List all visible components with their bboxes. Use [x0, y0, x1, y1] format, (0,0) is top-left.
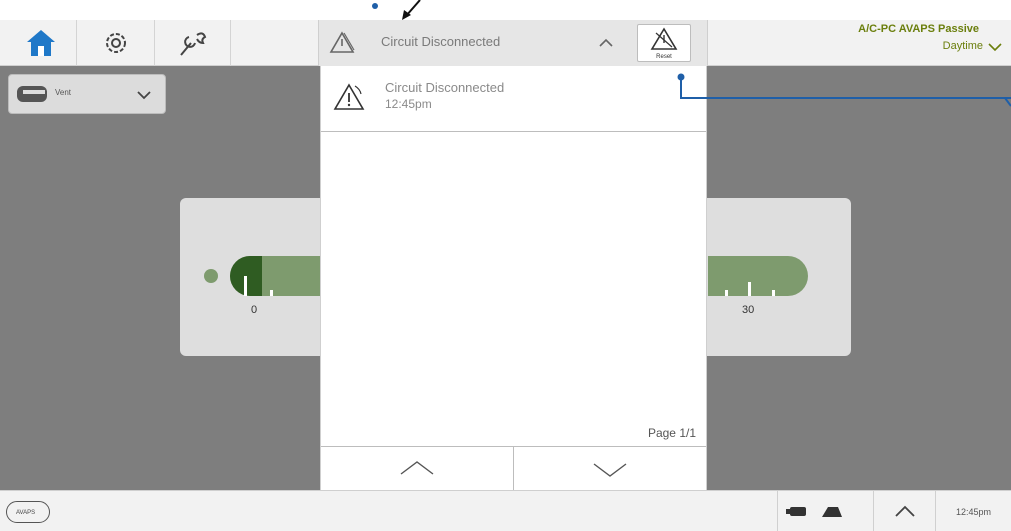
chevron-up-icon: [895, 505, 915, 517]
annotation-arrowhead-icon: [402, 10, 411, 20]
gauge-tick: [748, 282, 751, 296]
chevron-down-icon: [137, 91, 151, 100]
gauge-max-label: 30: [742, 304, 755, 316]
mode-profile: Daytime: [942, 40, 983, 52]
home-icon: [26, 30, 55, 56]
page-up-button[interactable]: [321, 447, 513, 491]
gauge-min-label: 0: [251, 304, 258, 316]
alarm-list-item[interactable]: Circuit Disconnected 12:45pm: [321, 66, 706, 132]
alarm-entry-title: Circuit Disconnected: [385, 80, 505, 95]
avaps-label: AVAPS: [16, 510, 36, 516]
gauge-tick: [772, 290, 775, 296]
top-bar: Circuit Disconnected Reset A/C-PC AVAPS …: [0, 20, 1011, 66]
chevron-down-icon: [988, 43, 1002, 52]
bottom-bar: AVAPS 12:45pm: [0, 490, 1011, 531]
home-button[interactable]: [5, 20, 77, 66]
chevron-down-icon: [593, 463, 627, 477]
gear-icon: [105, 33, 126, 53]
ventilator-icon: [17, 86, 47, 102]
alarm-page-nav: [321, 446, 706, 491]
gauge-tick: [270, 290, 273, 296]
plug-icon: [822, 507, 842, 517]
view-selector[interactable]: Vent: [8, 74, 166, 114]
wrench-icon: [179, 32, 206, 56]
gauge-bar-right: [708, 256, 808, 296]
mode-name: A/C-PC AVAPS Passive: [858, 23, 979, 35]
alarm-list-panel: Circuit Disconnected 12:45pm Page 1/1: [320, 66, 707, 491]
power-status-button[interactable]: [777, 491, 873, 531]
chevron-up-icon[interactable]: [595, 34, 617, 52]
alarm-triangle-icon: [329, 31, 355, 53]
alarm-reset-button[interactable]: Reset: [637, 24, 691, 62]
alarm-message: Circuit Disconnected: [381, 34, 501, 49]
annotation-arrow-icon: [405, 0, 421, 17]
gauge-indicator-dot: [204, 269, 218, 283]
alarm-reset-icon: Reset: [650, 27, 678, 60]
screen: Circuit Disconnected Reset A/C-PC AVAPS …: [0, 0, 1011, 531]
mode-selector[interactable]: A/C-PC AVAPS Passive Daytime: [709, 20, 1009, 66]
gauge-tick: [725, 290, 728, 296]
page-indicator: Page 1/1: [647, 426, 696, 440]
annotation-dot-icon: [372, 3, 378, 9]
battery-icon: [786, 507, 842, 517]
reset-label: Reset: [656, 54, 672, 60]
chevron-up-icon: [400, 461, 434, 475]
avaps-badge: AVAPS: [6, 501, 50, 523]
gauge-tick: [244, 276, 247, 296]
clock: 12:45pm: [935, 491, 1011, 531]
tools-button[interactable]: [155, 20, 231, 66]
alarm-triangle-icon: [333, 83, 365, 110]
alarm-entry-time: 12:45pm: [385, 97, 432, 111]
page-down-button[interactable]: [513, 447, 706, 491]
view-label: Vent: [55, 88, 72, 97]
settings-button[interactable]: [77, 20, 155, 66]
expand-button[interactable]: [873, 491, 935, 531]
alarm-bar[interactable]: Circuit Disconnected Reset: [318, 20, 708, 66]
